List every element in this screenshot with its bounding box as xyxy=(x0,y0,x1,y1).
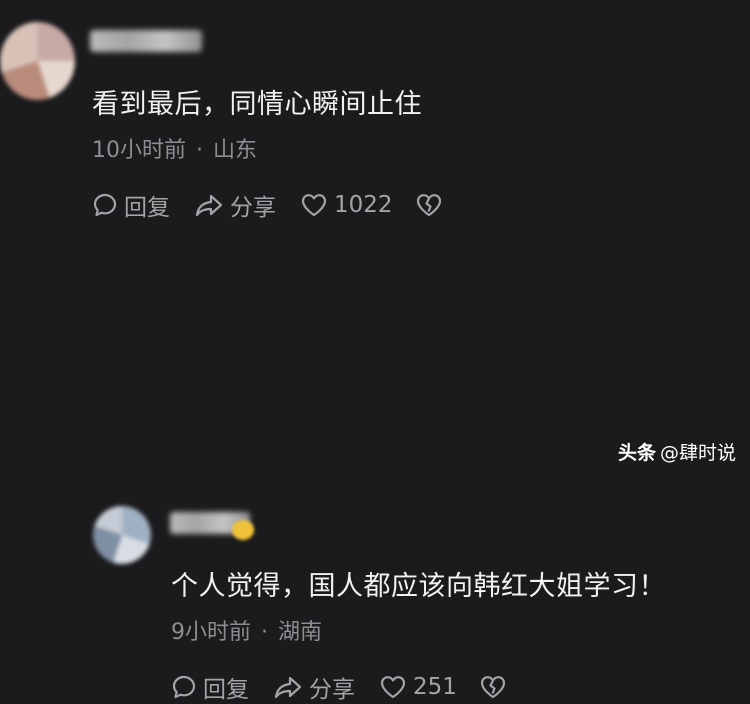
reply-label: 回复 xyxy=(203,677,249,703)
heart-icon xyxy=(379,674,407,700)
emoji-icon xyxy=(232,520,254,540)
share-arrow-icon xyxy=(194,192,224,218)
avatar[interactable] xyxy=(93,506,151,564)
watermark-brand: 头条 xyxy=(617,442,656,464)
share-label: 分享 xyxy=(309,677,355,703)
comment-actions: 回复 分享 251 xyxy=(171,670,507,704)
meta-separator: · xyxy=(196,138,203,163)
dislike-button[interactable] xyxy=(415,192,443,218)
comment-item: 看到最后，同情心瞬间止住 10小时前 · 山东 回复 分享 1022 xyxy=(0,0,750,250)
like-button[interactable]: 251 xyxy=(379,674,457,700)
reply-button[interactable]: 回复 xyxy=(171,670,249,704)
watermark-handle: @肆时说 xyxy=(659,442,736,464)
speech-bubble-icon xyxy=(92,192,118,218)
comment-time: 9小时前 xyxy=(171,620,251,645)
comment-meta: 10小时前 · 山东 xyxy=(92,132,257,164)
dislike-button[interactable] xyxy=(479,674,507,700)
like-count: 251 xyxy=(413,674,457,700)
avatar[interactable] xyxy=(0,22,75,100)
reply-button[interactable]: 回复 xyxy=(92,188,170,222)
reply-label: 回复 xyxy=(124,195,170,221)
comment-meta: 9小时前 · 湖南 xyxy=(171,614,322,646)
comment-location: 山东 xyxy=(213,138,258,163)
like-button[interactable]: 1022 xyxy=(300,192,393,218)
share-label: 分享 xyxy=(230,195,276,221)
broken-heart-icon xyxy=(479,674,507,700)
comment-text: 个人觉得，国人都应该向韩红大姐学习！ xyxy=(171,571,666,602)
comment-location: 湖南 xyxy=(278,620,323,645)
comment-text: 看到最后，同情心瞬间止住 xyxy=(92,89,422,120)
heart-icon xyxy=(300,192,328,218)
speech-bubble-icon xyxy=(171,674,197,700)
share-button[interactable]: 分享 xyxy=(273,670,355,704)
username-blurred[interactable] xyxy=(90,30,202,52)
comment-actions: 回复 分享 1022 xyxy=(92,188,443,222)
comment-time: 10小时前 xyxy=(92,138,186,163)
share-button[interactable]: 分享 xyxy=(194,188,276,222)
share-arrow-icon xyxy=(273,674,303,700)
like-count: 1022 xyxy=(334,192,393,218)
broken-heart-icon xyxy=(415,192,443,218)
meta-separator: · xyxy=(261,620,268,645)
watermark: 头条 @肆时说 xyxy=(618,438,736,465)
